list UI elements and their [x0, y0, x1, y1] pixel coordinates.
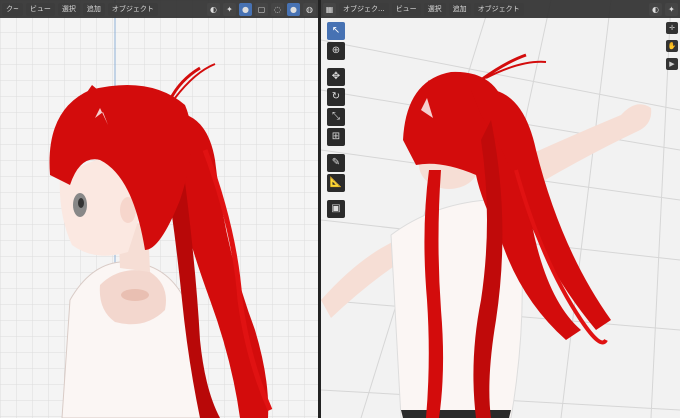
tool-shelf: ↖ ⊕ ✥ ↻ ⤡ ⊞ ✎ 📐 ▣: [327, 22, 345, 218]
left-overlay-icon[interactable]: ●: [239, 2, 252, 16]
left-shading-wire-icon[interactable]: ◌: [271, 2, 284, 16]
pan-icon[interactable]: ✋: [666, 40, 678, 52]
left-menu-view[interactable]: ビュー: [25, 2, 55, 16]
scale-icon[interactable]: ⤡: [327, 108, 345, 126]
annotate-icon[interactable]: ✎: [327, 154, 345, 172]
camera-icon[interactable]: ▶: [666, 58, 678, 70]
zoom-icon[interactable]: ✛: [666, 22, 678, 34]
move-icon[interactable]: ✥: [327, 68, 345, 86]
character-side-view: [49, 63, 273, 418]
right-header: ▦ オブジェク... ビュー 選択 追加 オブジェクト ◐ ✦: [321, 0, 680, 18]
right-gizmo-icon[interactable]: ✦: [665, 2, 678, 16]
transform-icon[interactable]: ⊞: [327, 128, 345, 146]
right-editor-type-icon[interactable]: ▦: [323, 2, 336, 16]
rotate-icon[interactable]: ↻: [327, 88, 345, 106]
left-shading-solid-icon[interactable]: ●: [287, 2, 300, 16]
left-menu-select[interactable]: 選択: [57, 2, 80, 16]
left-menu-object[interactable]: オブジェクト: [107, 2, 158, 16]
left-editor-type[interactable]: ク~: [2, 2, 23, 16]
left-xray-icon[interactable]: ▢: [255, 2, 268, 16]
cursor-icon[interactable]: ⊕: [327, 42, 345, 60]
right-menu-view[interactable]: ビュー: [391, 2, 421, 16]
left-header: ク~ ビュー 選択 追加 オブジェクト ◐ ✦ ● ▢ ◌ ● ◍: [0, 0, 318, 18]
measure-icon[interactable]: 📐: [327, 174, 345, 192]
character-back-view: [321, 53, 652, 418]
right-menu-add[interactable]: 追加: [448, 2, 471, 16]
left-viewport[interactable]: ク~ ビュー 選択 追加 オブジェクト ◐ ✦ ● ▢ ◌ ● ◍: [0, 0, 318, 418]
select-box-icon[interactable]: ↖: [327, 22, 345, 40]
right-menu-select[interactable]: 選択: [423, 2, 446, 16]
right-view-icon[interactable]: ◐: [649, 2, 662, 16]
left-shading-material-icon[interactable]: ◍: [303, 2, 316, 16]
add-cube-icon[interactable]: ▣: [327, 200, 345, 218]
right-nav-gizmo: ✛ ✋ ▶: [666, 22, 678, 70]
left-gizmo-icon[interactable]: ✦: [223, 2, 236, 16]
left-menu-add[interactable]: 追加: [82, 2, 105, 16]
left-view-icon[interactable]: ◐: [207, 2, 220, 16]
right-menu-object[interactable]: オブジェクト: [473, 2, 524, 16]
right-viewport[interactable]: ▦ オブジェク... ビュー 選択 追加 オブジェクト ◐ ✦ ↖ ⊕ ✥ ↻ …: [321, 0, 680, 418]
right-mode-dropdown[interactable]: オブジェク...: [339, 2, 389, 16]
